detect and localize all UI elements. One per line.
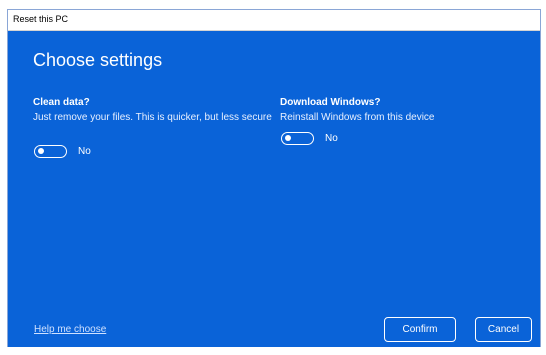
download-windows-description: Reinstall Windows from this device (280, 112, 435, 123)
clean-data-description: Just remove your files. This is quicker,… (33, 112, 272, 123)
download-windows-toggle[interactable] (281, 132, 314, 145)
page-title: Choose settings (33, 50, 163, 70)
title-bar: Reset this PC (8, 10, 540, 31)
cancel-button[interactable]: Cancel (475, 317, 532, 342)
confirm-button[interactable]: Confirm (384, 317, 456, 342)
clean-data-title: Clean data? (33, 97, 90, 108)
reset-pc-window: Reset this PC Choose settings Clean data… (7, 9, 541, 347)
download-windows-toggle-label: No (325, 133, 338, 144)
clean-data-toggle-label: No (78, 146, 91, 157)
window-title: Reset this PC (13, 14, 69, 24)
toggle-knob (285, 135, 291, 141)
help-me-choose-link[interactable]: Help me choose (34, 324, 106, 335)
dialog-content: Choose settings Clean data? Just remove … (8, 31, 540, 347)
toggle-knob (38, 148, 44, 154)
clean-data-toggle[interactable] (34, 145, 67, 158)
download-windows-title: Download Windows? (280, 97, 381, 108)
